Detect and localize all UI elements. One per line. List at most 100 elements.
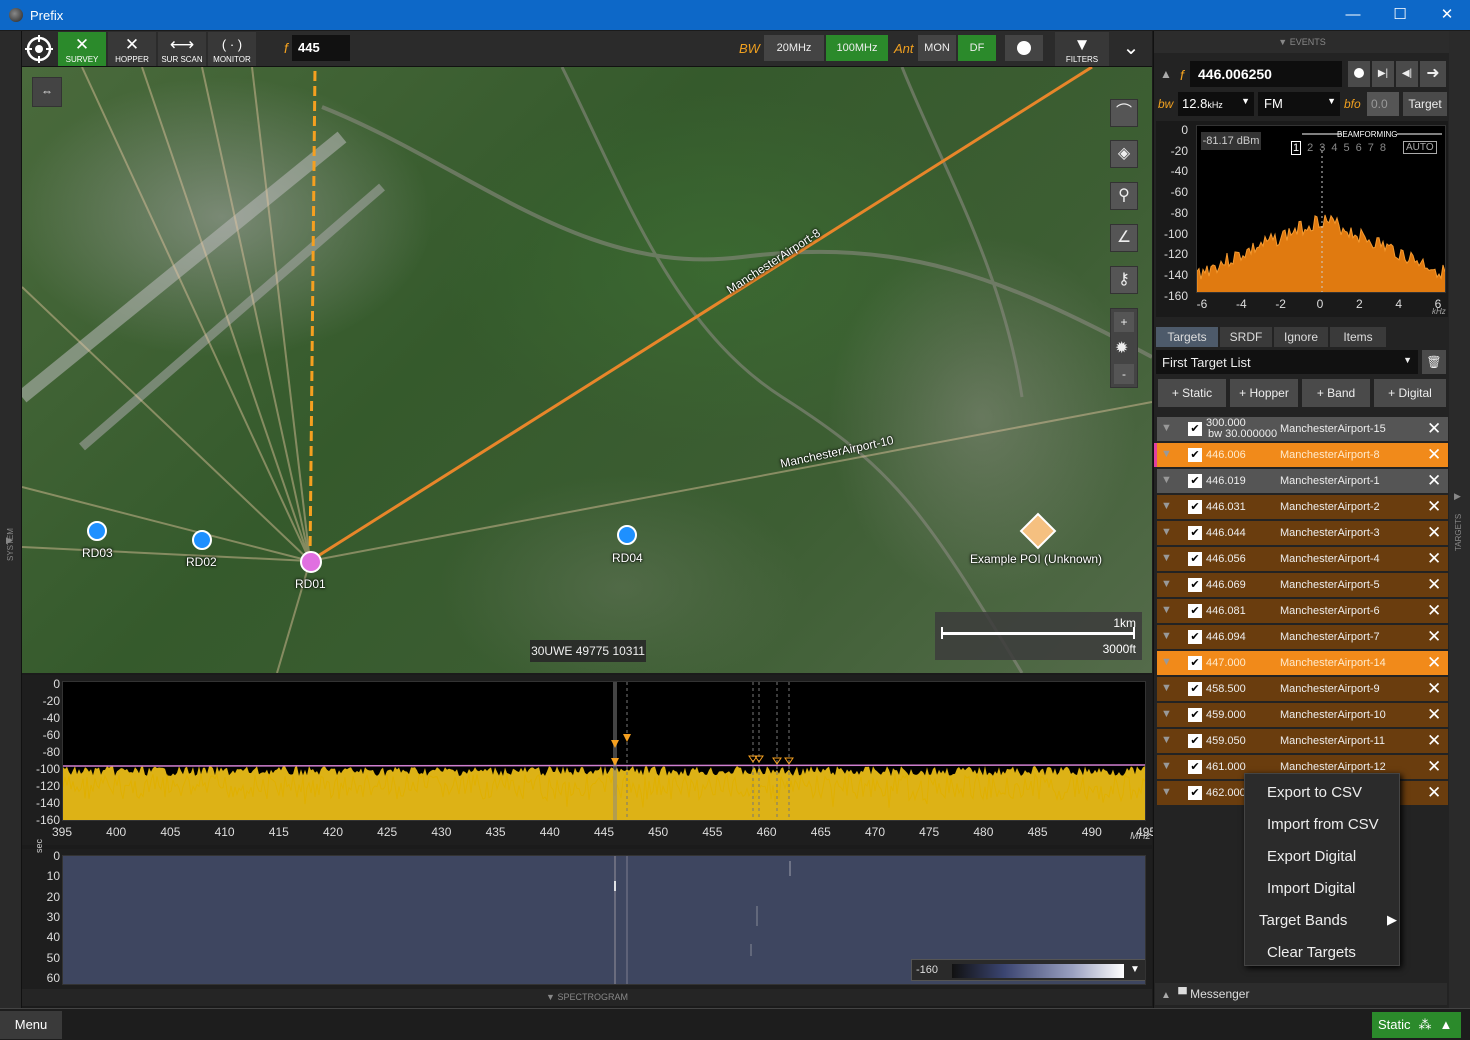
target-row[interactable]: ▼ ✔ 446.044 ManchesterAirport-3 ✕ — [1157, 521, 1448, 545]
add-band-button[interactable]: + Band — [1302, 379, 1370, 407]
target-checkbox[interactable]: ✔ — [1188, 422, 1202, 436]
target-row[interactable]: ▼ ✔ 446.081 ManchesterAirport-6 ✕ — [1157, 599, 1448, 623]
mode-monitor-button[interactable]: ( · ) MONITOR — [208, 32, 256, 66]
add-hopper-button[interactable]: + Hopper — [1230, 379, 1298, 407]
event-spectrum-plot[interactable]: -81.17 dBm BEAMFORMING 12345678 AUTO — [1196, 125, 1446, 293]
node-rd02[interactable] — [192, 530, 212, 550]
expand-row-icon[interactable]: ▼ — [1161, 630, 1172, 642]
messenger-bar[interactable]: ▲ ▀ Messenger — [1155, 983, 1447, 1005]
ant-mon-button[interactable]: MON — [918, 35, 956, 61]
expand-row-icon[interactable]: ▼ — [1161, 422, 1172, 434]
ant-df-button[interactable]: DF — [958, 35, 996, 61]
maximize-button[interactable]: ☐ — [1377, 4, 1423, 26]
event-play-button[interactable]: ▶| — [1372, 61, 1394, 87]
target-checkbox[interactable]: ✔ — [1188, 682, 1202, 696]
target-checkbox[interactable]: ✔ — [1188, 656, 1202, 670]
target-row[interactable]: ▼ ✔ 446.069 ManchesterAirport-5 ✕ — [1157, 573, 1448, 597]
remove-target-icon[interactable]: ✕ — [1427, 497, 1441, 517]
brightness-icon[interactable]: ✹ — [1115, 338, 1128, 358]
target-checkbox[interactable]: ✔ — [1188, 786, 1202, 800]
filters-button[interactable]: ▼ FILTERS — [1055, 32, 1109, 66]
target-row[interactable]: ▼ ✔ 458.500 ManchesterAirport-9 ✕ — [1157, 677, 1448, 701]
node-rd01[interactable] — [300, 551, 322, 573]
remove-target-icon[interactable]: ✕ — [1427, 705, 1441, 725]
node-rd03[interactable] — [87, 521, 107, 541]
event-bw-select[interactable]: 12.8kHz ▼ — [1178, 92, 1254, 116]
target-checkbox[interactable]: ✔ — [1188, 578, 1202, 592]
remove-target-icon[interactable]: ✕ — [1427, 419, 1441, 439]
targets-side-panel[interactable]: ▶ TARGETS — [1449, 31, 1470, 1008]
expand-row-icon[interactable]: ▼ — [1161, 708, 1172, 720]
target-list-select[interactable]: First Target List ▼ — [1156, 350, 1418, 374]
expand-row-icon[interactable]: ▼ — [1161, 682, 1172, 694]
tab-targets[interactable]: Targets — [1156, 327, 1218, 347]
colorbar-control[interactable]: -160 ▼ 0 — [911, 959, 1145, 981]
spectrogram-plot[interactable]: -160 ▼ 0 — [62, 855, 1146, 985]
expand-row-icon[interactable]: ▼ — [1161, 526, 1172, 538]
target-checkbox[interactable]: ✔ — [1188, 760, 1202, 774]
tab-ignore[interactable]: Ignore — [1274, 327, 1328, 347]
minimize-button[interactable]: — — [1330, 4, 1376, 26]
menu-export-digital[interactable]: Export Digital — [1267, 848, 1356, 865]
remove-target-icon[interactable]: ✕ — [1427, 653, 1441, 673]
events-header[interactable]: ▼ EVENTS — [1154, 31, 1450, 53]
expand-row-icon[interactable]: ▼ — [1161, 760, 1172, 772]
beam-channel[interactable]: 4 — [1331, 142, 1337, 154]
target-checkbox[interactable]: ✔ — [1188, 552, 1202, 566]
event-record-button[interactable] — [1348, 61, 1370, 87]
map-draw-button[interactable]: ⌒ — [1110, 99, 1138, 127]
map-tool-button[interactable]: ⚷ — [1110, 266, 1138, 294]
spectrum-plot[interactable] — [62, 681, 1146, 821]
event-target-button[interactable]: Target — [1403, 92, 1447, 116]
map-view[interactable]: ManchesterAirport-8 ManchesterAirport-10… — [22, 67, 1152, 673]
remove-target-icon[interactable]: ✕ — [1427, 549, 1441, 569]
tab-srdf[interactable]: SRDF — [1220, 327, 1272, 347]
remove-target-icon[interactable]: ✕ — [1427, 575, 1441, 595]
beam-channel[interactable]: 5 — [1344, 142, 1350, 154]
remove-target-icon[interactable]: ✕ — [1427, 731, 1441, 751]
remove-target-icon[interactable]: ✕ — [1427, 471, 1441, 491]
remove-target-icon[interactable]: ✕ — [1427, 679, 1441, 699]
target-row[interactable]: ▼ ✔ 446.056 ManchesterAirport-4 ✕ — [1157, 547, 1448, 571]
remove-target-icon[interactable]: ✕ — [1427, 783, 1441, 803]
add-static-button[interactable]: + Static — [1158, 379, 1226, 407]
target-checkbox[interactable]: ✔ — [1188, 500, 1202, 514]
expand-row-icon[interactable]: ▼ — [1161, 448, 1172, 460]
mode-sur-scan-button[interactable]: ⟷ SUR SCAN — [158, 32, 206, 66]
mode-survey-button[interactable]: ✕ SURVEY — [58, 32, 106, 66]
node-rd04[interactable] — [617, 525, 637, 545]
beam-channel[interactable]: 1 — [1291, 141, 1302, 155]
menu-clear-targets[interactable]: Clear Targets — [1267, 944, 1356, 961]
event-freq-input[interactable]: 446.006250 — [1190, 61, 1342, 87]
center-freq-input[interactable]: 445 — [292, 35, 350, 61]
map-layers-button[interactable]: ◈ — [1110, 140, 1138, 168]
beam-channel[interactable]: 3 — [1319, 142, 1325, 154]
beam-channel[interactable]: 7 — [1368, 142, 1374, 154]
menu-import-digital[interactable]: Import Digital — [1267, 880, 1355, 897]
menu-import-csv[interactable]: Import from CSV — [1267, 816, 1379, 833]
remove-target-icon[interactable]: ✕ — [1427, 523, 1441, 543]
main-menu-button[interactable]: Menu — [0, 1011, 62, 1039]
target-checkbox[interactable]: ✔ — [1188, 734, 1202, 748]
bw-20mhz-button[interactable]: 20MHz — [764, 35, 824, 61]
beam-auto-toggle[interactable]: AUTO — [1403, 141, 1437, 154]
target-row[interactable]: ▼ ✔ 459.050 ManchesterAirport-11 ✕ — [1157, 729, 1448, 753]
expand-row-icon[interactable]: ▼ — [1161, 500, 1172, 512]
target-checkbox[interactable]: ✔ — [1188, 448, 1202, 462]
add-digital-button[interactable]: + Digital — [1374, 379, 1446, 407]
remove-target-icon[interactable]: ✕ — [1427, 627, 1441, 647]
delete-list-button[interactable]: 🗑 — [1422, 350, 1446, 374]
target-row[interactable]: ▼ ✔ 300.000 bw 30.000000 ManchesterAirport-1… — [1157, 417, 1448, 441]
beam-channel[interactable]: 2 — [1307, 142, 1313, 154]
beam-channel[interactable]: 6 — [1356, 142, 1362, 154]
spectrogram-toggle[interactable]: ▼ SPECTROGRAM — [22, 989, 1152, 1006]
event-audio-button[interactable]: ◀| — [1396, 61, 1418, 87]
map-angle-button[interactable]: ∠ — [1110, 224, 1138, 252]
event-mode-select[interactable]: FM ▼ — [1258, 92, 1340, 116]
collapse-toolbar-button[interactable]: ⌄ — [1112, 32, 1150, 66]
close-button[interactable]: ✕ — [1424, 4, 1470, 26]
expand-row-icon[interactable]: ▼ — [1161, 474, 1172, 486]
menu-export-csv[interactable]: Export to CSV — [1267, 784, 1362, 801]
target-row[interactable]: ▼ ✔ 447.000 ManchesterAirport-14 ✕ — [1157, 651, 1448, 675]
target-row[interactable]: ▼ ✔ 446.031 ManchesterAirport-2 ✕ — [1157, 495, 1448, 519]
